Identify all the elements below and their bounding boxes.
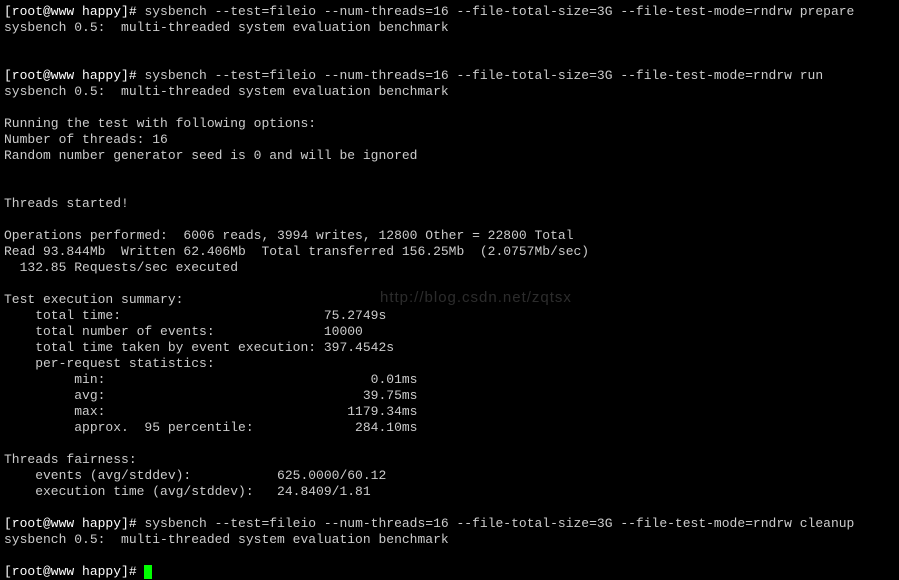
command-text: sysbench --test=fileio --num-threads=16 … — [144, 4, 854, 19]
terminal-line: [root@www happy]# sysbench --test=fileio… — [4, 516, 895, 532]
blank-line — [4, 36, 895, 52]
output-line: approx. 95 percentile: 284.10ms — [4, 420, 895, 436]
blank-line — [4, 548, 895, 564]
shell-prompt: [root@www happy]# — [4, 4, 144, 19]
output-line: Number of threads: 16 — [4, 132, 895, 148]
blank-line — [4, 212, 895, 228]
output-line: events (avg/stddev): 625.0000/60.12 — [4, 468, 895, 484]
command-text: sysbench --test=fileio --num-threads=16 … — [144, 516, 854, 531]
output-line: Threads started! — [4, 196, 895, 212]
output-line: Threads fairness: — [4, 452, 895, 468]
output-line: total time taken by event execution: 397… — [4, 340, 895, 356]
output-line: 132.85 Requests/sec executed — [4, 260, 895, 276]
output-line: avg: 39.75ms — [4, 388, 895, 404]
blank-line — [4, 180, 895, 196]
output-line: Operations performed: 6006 reads, 3994 w… — [4, 228, 895, 244]
output-line: sysbench 0.5: multi-threaded system eval… — [4, 532, 895, 548]
output-line: total time: 75.2749s — [4, 308, 895, 324]
output-line: sysbench 0.5: multi-threaded system eval… — [4, 20, 895, 36]
terminal-line: [root@www happy]# sysbench --test=fileio… — [4, 68, 895, 84]
output-line: Read 93.844Mb Written 62.406Mb Total tra… — [4, 244, 895, 260]
command-text: sysbench --test=fileio --num-threads=16 … — [144, 68, 823, 83]
cursor-icon — [144, 565, 152, 579]
blank-line — [4, 52, 895, 68]
output-line: total number of events: 10000 — [4, 324, 895, 340]
output-line: Test execution summary: — [4, 292, 895, 308]
output-line: Random number generator seed is 0 and wi… — [4, 148, 895, 164]
output-line: max: 1179.34ms — [4, 404, 895, 420]
blank-line — [4, 164, 895, 180]
output-line: per-request statistics: — [4, 356, 895, 372]
output-line: Running the test with following options: — [4, 116, 895, 132]
blank-line — [4, 500, 895, 516]
shell-prompt: [root@www happy]# — [4, 564, 144, 579]
output-line: min: 0.01ms — [4, 372, 895, 388]
blank-line — [4, 100, 895, 116]
shell-prompt: [root@www happy]# — [4, 68, 144, 83]
terminal-line: [root@www happy]# sysbench --test=fileio… — [4, 4, 895, 20]
shell-prompt: [root@www happy]# — [4, 516, 144, 531]
blank-line — [4, 276, 895, 292]
output-line: sysbench 0.5: multi-threaded system eval… — [4, 84, 895, 100]
output-line: execution time (avg/stddev): 24.8409/1.8… — [4, 484, 895, 500]
blank-line — [4, 436, 895, 452]
